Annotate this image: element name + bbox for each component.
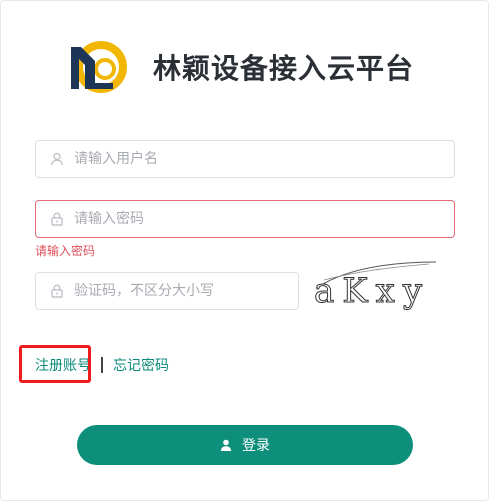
username-input[interactable] — [74, 141, 454, 177]
forgot-password-link[interactable]: 忘记密码 — [113, 355, 169, 375]
link-separator — [101, 357, 103, 373]
captcha-input[interactable] — [74, 273, 298, 309]
login-card: 林颖设备接入云平台 请输入密码 aKxy 注册账号 忘记密码 — [0, 0, 489, 501]
password-error: 请输入密码 — [35, 244, 96, 258]
brand-header: 林颖设备接入云平台 — [65, 39, 414, 95]
login-button[interactable]: 登录 — [77, 425, 413, 465]
lock-icon — [51, 284, 63, 298]
captcha-field[interactable] — [35, 272, 299, 310]
login-button-label: 登录 — [242, 438, 270, 454]
username-field[interactable] — [35, 140, 455, 178]
user-icon — [220, 439, 232, 451]
brand-logo-icon — [71, 41, 127, 93]
password-field[interactable] — [35, 200, 455, 238]
brand-title: 林颖设备接入云平台 — [153, 52, 415, 85]
captcha-image[interactable]: aKxy — [314, 258, 439, 310]
captcha-text: aKxy — [314, 271, 430, 310]
user-icon — [50, 152, 64, 166]
password-input[interactable] — [74, 201, 454, 237]
lock-icon — [51, 212, 63, 226]
register-highlight-box — [19, 345, 91, 383]
